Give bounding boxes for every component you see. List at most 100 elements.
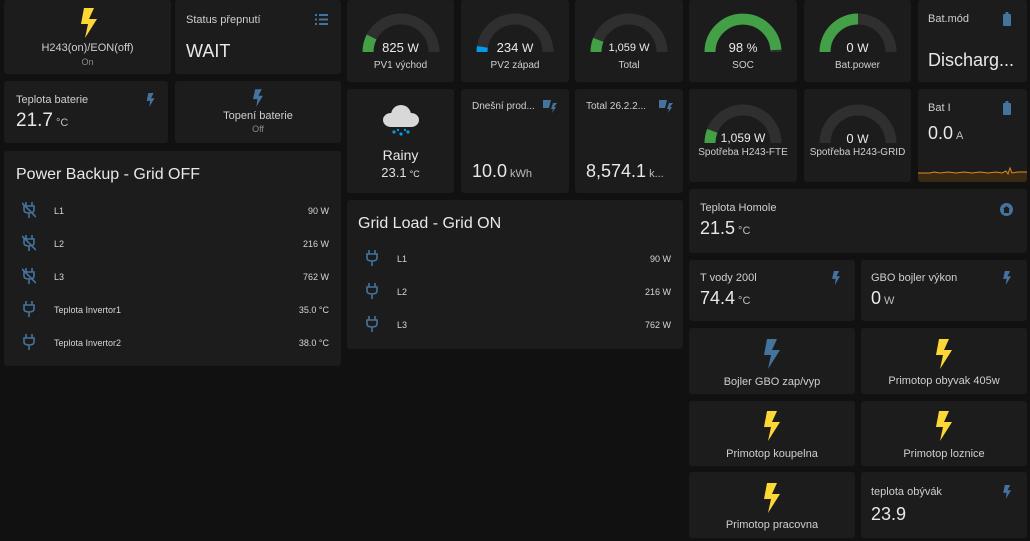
topeni-baterie-card[interactable]: Topení baterie Off [175,81,341,143]
power-plug-off-icon [22,202,36,218]
power-backup-card: Power Backup - Grid OFF L1 90 W L2 216 W L3 7… [4,151,341,366]
power-plug-off-icon [22,235,36,251]
weather-card[interactable]: Rainy 23.1 °C [347,89,454,193]
battery-icon [1003,12,1011,26]
lightning-bolt-icon [936,339,952,369]
weather-condition: Rainy [382,147,419,163]
teplota-homole-card[interactable]: Teplota Homole 21.5 °C [689,189,1027,253]
entity-row[interactable]: Teplota Invertor1 35.0 °C [4,294,341,327]
gauge-name: Spotřeba H243-GRID [809,147,906,158]
bat-i-card[interactable]: Bat I 0.0 A [918,89,1027,182]
pv2-gauge-card[interactable]: 234 W PV2 západ [461,0,569,82]
entity-value: 23.9 [871,504,907,524]
row-value: 216 W [644,287,671,297]
cloud-rain-icon [383,105,419,136]
row-name: Teplota Invertor1 [54,305,122,315]
gauge-value: 0 W [846,131,869,146]
primotop-obyvak-button[interactable]: Primotop obyvak 405w [861,328,1027,394]
entity-row[interactable]: L1 90 W [347,243,683,276]
gauge-value: 98 % [728,40,758,55]
card-title: Power Backup - Grid OFF [16,166,201,183]
entity-name: Bat.mód [928,13,969,25]
power-plug-icon [366,316,378,332]
entity-row[interactable]: L2 216 W [4,228,341,261]
bat-i-sparkline [918,166,1027,182]
entity-name: Topení baterie [223,110,293,122]
entity-name: GBO bojler výkon [871,272,958,284]
list-icon [315,14,328,25]
lightning-bolt-icon [764,411,780,441]
solar-power-icon [543,100,557,113]
battery-icon [1003,101,1011,115]
entity-name: Total 26.2.2... [586,101,647,112]
entity-row[interactable]: L2 216 W [347,276,683,309]
entity-value: 0.0 A [928,123,964,143]
row-value: 38.0 °C [298,338,329,348]
primotop-pracovna-button[interactable]: Primotop pracovna [689,472,855,538]
primotop-loznice-button[interactable]: Primotop loznice [861,401,1027,466]
lightning-bolt-icon [1003,271,1011,285]
total-gauge-card[interactable]: 1,059 W Total [575,0,683,82]
gauge-value: 825 W [382,40,419,55]
row-value: 90 W [307,206,329,216]
batpower-gauge-card[interactable]: 0 W Bat.power [804,0,911,82]
switch-state: On [81,57,94,67]
row-value: 35.0 °C [298,305,329,315]
entity-name: Status přepnutí [186,14,261,26]
teplota-obyvak-card[interactable]: teplota obývák 23.9 [861,472,1027,538]
lightning-bolt-icon [146,93,155,107]
button-name: Primotop loznice [903,448,985,460]
gauge-name: Bat.power [834,60,881,71]
entity-row[interactable]: L3 762 W [4,261,341,294]
button-name: Primotop obyvak 405w [888,375,1000,387]
teplota-baterie-card[interactable]: Teplota baterie 21.7 °C [4,81,168,143]
spotreba-fte-gauge-card[interactable]: 1,059 W Spotřeba H243-FTE [689,89,797,182]
button-name: Primotop pracovna [725,519,819,531]
entity-name: T vody 200l [700,272,757,284]
bojler-gbo-button[interactable]: Bojler GBO zap/vyp [689,328,855,394]
entity-value: Discharg... [928,50,1015,70]
switch-h243-card[interactable]: H243(on)/EON(off) On [4,0,171,74]
row-value: 216 W [302,239,329,249]
status-prepnuti-card[interactable]: Status přepnutí WAIT [175,0,341,74]
t-vody-card[interactable]: T vody 200l 74.4 °C [689,260,855,321]
entity-value: WAIT [186,41,231,61]
pv1-gauge-card[interactable]: 825 W PV1 východ [347,0,454,82]
row-name: L2 [54,239,65,249]
gauge-name: Total [618,60,640,71]
gauge-name: SOC [732,60,754,71]
entity-name: Teplota baterie [16,94,89,106]
entity-row[interactable]: L3 762 W [347,309,683,342]
entity-name: Teplota Homole [700,202,777,214]
entity-value: 10.0 kWh [472,161,533,181]
entity-row[interactable]: L1 90 W [4,195,341,228]
total-26-card[interactable]: Total 26.2.2... 8,574.1 k... [575,89,683,193]
spotreba-grid-gauge-card[interactable]: 0 W Spotřeba H243-GRID [804,89,911,182]
button-name: Bojler GBO zap/vyp [723,376,821,388]
gauge-value: 234 W [496,40,534,55]
row-name: L3 [397,320,408,330]
entity-name: Bat I [928,102,951,114]
entity-row[interactable]: Teplota Invertor2 38.0 °C [4,327,341,360]
dnesni-prod-card[interactable]: Dnešní prod... 10.0 kWh [461,89,569,193]
entity-state: Off [252,124,264,134]
row-name: L1 [54,206,65,216]
bat-mod-card[interactable]: Bat.mód Discharg... [918,0,1027,82]
lightning-bolt-icon [764,339,780,369]
grid-load-card: Grid Load - Grid ON L1 90 W L2 216 W L3 762 W [347,200,683,349]
gauge-value: 0 W [846,40,869,55]
primotop-koupelna-button[interactable]: Primotop koupelna [689,401,855,466]
solar-power-icon [659,100,673,113]
row-value: 762 W [302,272,329,282]
gbo-bojler-vykon-card[interactable]: GBO bojler výkon 0W [861,260,1027,321]
card-title: Grid Load - Grid ON [358,215,502,232]
power-plug-icon [366,250,378,266]
gauge-name: PV1 východ [373,60,428,71]
gauge-value: 1,059 W [720,131,766,145]
lightning-bolt-icon [253,89,263,107]
entity-name: teplota obývák [871,486,942,498]
lightning-bolt-icon [832,271,840,285]
soc-gauge-card[interactable]: 98 % SOC [689,0,797,82]
lightning-bolt-icon [764,483,780,513]
entity-value: 21.7 °C [16,110,69,131]
